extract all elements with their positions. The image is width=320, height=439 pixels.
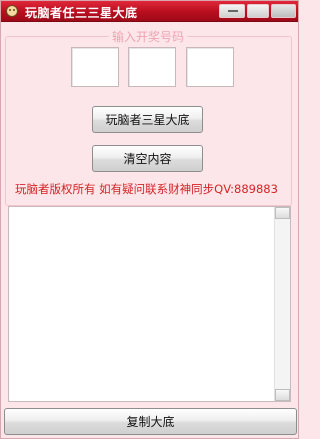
clear-button[interactable]: 清空内容 [92, 145, 203, 172]
minimize-icon [228, 10, 238, 12]
output-scrollbar[interactable] [274, 207, 290, 401]
main-window: 玩脑者任三三星大底 输入开奖号码 玩脑者三星大底 清空内容 玩脑者版权所有 如有… [0, 0, 299, 439]
maximize-button[interactable] [247, 4, 269, 18]
input-group-legend: 输入开奖号码 [109, 28, 188, 45]
number-input-2[interactable] [128, 47, 176, 87]
copyright-notice: 玩脑者版权所有 如有疑问联系财神同步QV:889883 [15, 182, 278, 196]
app-icon [6, 5, 18, 17]
close-button[interactable] [271, 4, 296, 18]
copy-button[interactable]: 复制大底 [4, 408, 297, 435]
number-input-3[interactable] [186, 47, 234, 87]
output-textarea[interactable] [8, 206, 291, 402]
window-title: 玩脑者任三三星大底 [25, 6, 138, 20]
title-bar[interactable]: 玩脑者任三三星大底 [1, 1, 298, 22]
scroll-up-button[interactable] [275, 207, 290, 219]
number-input-1[interactable] [71, 47, 119, 87]
scroll-down-button[interactable] [275, 389, 290, 401]
generate-button[interactable]: 玩脑者三星大底 [92, 106, 203, 133]
minimize-button[interactable] [219, 4, 245, 18]
